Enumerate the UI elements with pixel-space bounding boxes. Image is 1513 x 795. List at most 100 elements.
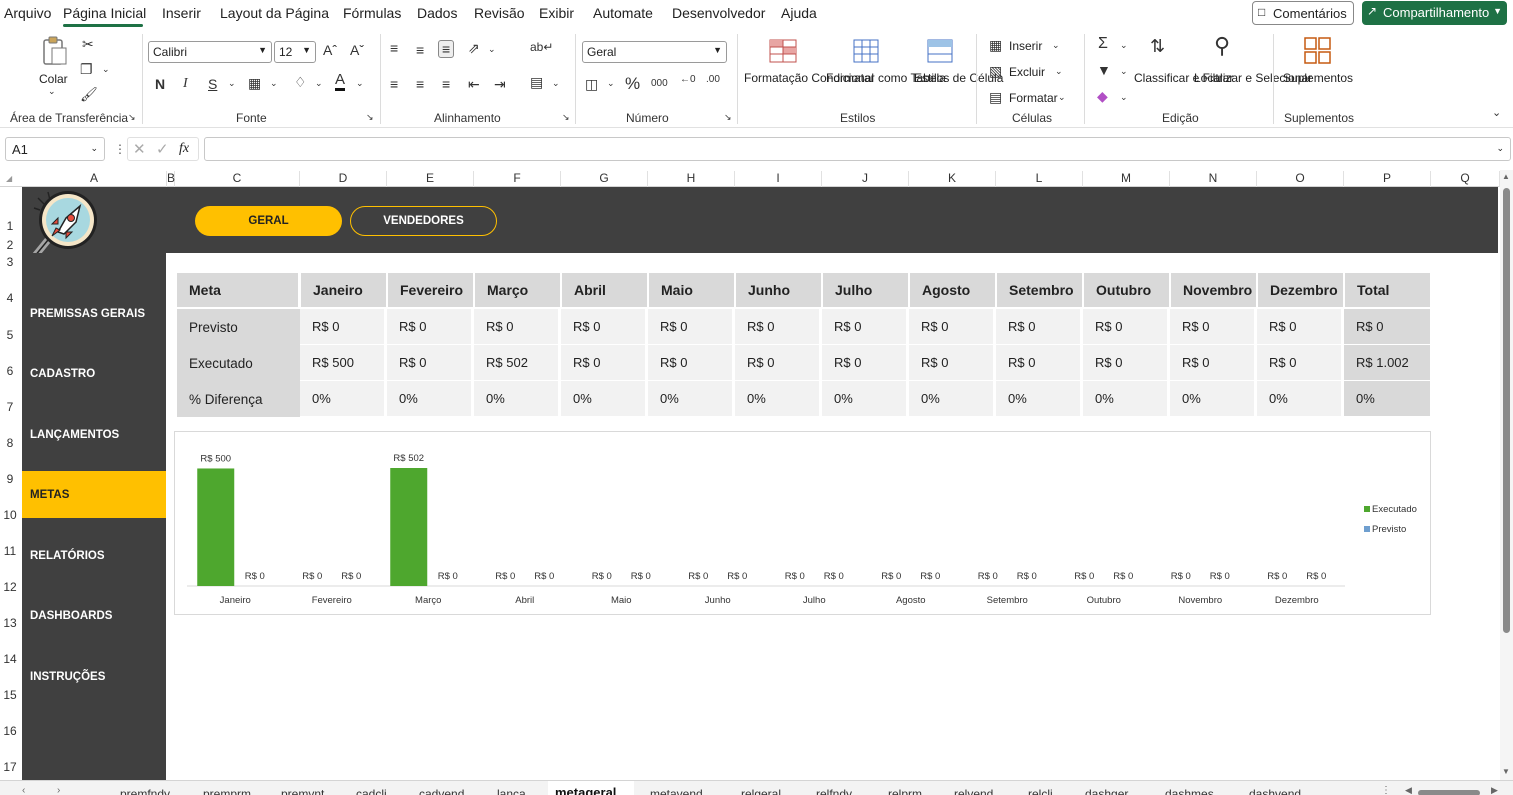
table-cell[interactable]: R$ 0: [1170, 345, 1255, 381]
addins-label[interactable]: Suplementos: [1283, 70, 1353, 86]
sheet-tab-premprm[interactable]: premprm: [203, 787, 251, 795]
chevron-down-icon[interactable]: ⌄: [1120, 40, 1128, 51]
select-all-corner[interactable]: ◢: [6, 174, 12, 183]
merge-center-icon[interactable]: ▤: [530, 74, 543, 91]
paste-label[interactable]: Colar: [39, 71, 68, 87]
chevron-down-icon[interactable]: ⌄: [1120, 92, 1128, 103]
find-select-label[interactable]: Localizar e Selecionar: [1194, 70, 1312, 86]
table-cell[interactable]: R$ 0: [909, 345, 994, 381]
sheet-tab-metageral[interactable]: metageral: [555, 785, 616, 795]
sheet-tab-dashvend[interactable]: dashvend: [1249, 787, 1301, 795]
decrease-font-icon[interactable]: Aˇ: [350, 42, 364, 58]
chevron-down-icon[interactable]: ⌄: [488, 44, 496, 55]
chevron-down-icon[interactable]: ⌄: [1058, 92, 1066, 103]
font-name-select[interactable]: Calibri ▼: [148, 41, 272, 63]
table-cell[interactable]: R$ 0: [1257, 345, 1342, 381]
menu-pagina-inicial[interactable]: Página Inicial: [63, 5, 146, 21]
table-cell[interactable]: 0%: [474, 381, 559, 417]
tab-next-icon[interactable]: ›: [57, 785, 60, 795]
chevron-down-icon[interactable]: ⌄: [1055, 66, 1063, 77]
sidebar-item-instrucoes[interactable]: INSTRUÇÕES: [22, 653, 166, 700]
sidebar-item-lancamentos[interactable]: LANÇAMENTOS: [22, 411, 166, 458]
menu-layout[interactable]: Layout da Página: [220, 5, 329, 21]
column-header[interactable]: M: [1083, 171, 1170, 187]
table-cell[interactable]: R$ 502: [474, 345, 559, 381]
sheet-tab-dashger[interactable]: dashger: [1085, 787, 1128, 795]
menu-revisao[interactable]: Revisão: [474, 5, 525, 21]
comments-button[interactable]: □ Comentários: [1252, 1, 1354, 25]
sidebar-item-relatorios[interactable]: RELATÓRIOS: [22, 532, 166, 579]
sheet-tab-lanca[interactable]: lanca: [497, 787, 526, 795]
row-header[interactable]: 8: [0, 436, 20, 450]
currency-icon[interactable]: ◫: [585, 76, 598, 93]
column-header[interactable]: A: [22, 171, 167, 187]
insert-cells-icon[interactable]: ▦: [989, 37, 1002, 54]
row-header[interactable]: 6: [0, 364, 20, 378]
row-header[interactable]: 2: [0, 238, 20, 252]
table-total-cell[interactable]: R$ 1.002: [1344, 345, 1431, 381]
tab-more-icon[interactable]: ⋮: [1381, 785, 1391, 795]
sheet-tab-relprm[interactable]: relprm: [888, 787, 922, 795]
column-header[interactable]: I: [735, 171, 822, 187]
sheet-tab-metavend[interactable]: metavend: [650, 787, 703, 795]
format-cells-icon[interactable]: ▤: [989, 89, 1002, 106]
number-format-select[interactable]: Geral ▼: [582, 41, 727, 63]
column-header[interactable]: K: [909, 171, 996, 187]
row-header[interactable]: 4: [0, 291, 20, 305]
increase-indent-icon[interactable]: ⇥: [494, 76, 506, 93]
chevron-down-icon[interactable]: ⌄: [356, 78, 364, 89]
column-header[interactable]: O: [1257, 171, 1344, 187]
decrease-decimal-icon[interactable]: .00: [706, 74, 720, 85]
table-cell[interactable]: R$ 0: [996, 309, 1081, 345]
cell-styles-icon[interactable]: [926, 38, 956, 66]
format-cells-label[interactable]: Formatar: [1009, 90, 1058, 106]
sidebar-item-premissas-gerais[interactable]: PREMISSAS GERAIS: [22, 290, 166, 337]
row-header[interactable]: 15: [0, 688, 20, 702]
delete-cells-label[interactable]: Excluir: [1009, 64, 1045, 80]
column-header[interactable]: J: [822, 171, 909, 187]
chevron-down-icon[interactable]: ⌄: [1120, 66, 1128, 77]
italic-button[interactable]: I: [183, 76, 188, 92]
delete-cells-icon[interactable]: ▧: [989, 63, 1002, 80]
underline-button[interactable]: S: [208, 76, 217, 92]
table-cell[interactable]: R$ 0: [822, 345, 907, 381]
table-cell[interactable]: 0%: [735, 381, 820, 417]
sheet-tab-relfndy[interactable]: relfndy: [816, 787, 852, 795]
borders-icon[interactable]: ▦: [248, 75, 261, 92]
decrease-indent-icon[interactable]: ⇤: [468, 76, 480, 93]
table-cell[interactable]: R$ 0: [909, 309, 994, 345]
geral-button[interactable]: GERAL: [195, 206, 342, 236]
table-cell[interactable]: 0%: [1257, 381, 1342, 417]
chevron-down-icon[interactable]: ⌄: [315, 78, 323, 89]
row-header[interactable]: 13: [0, 616, 20, 630]
column-header[interactable]: P: [1344, 171, 1431, 187]
menu-inserir[interactable]: Inserir: [162, 5, 201, 21]
copy-icon[interactable]: ❐: [80, 61, 93, 78]
menu-ajuda[interactable]: Ajuda: [781, 5, 817, 21]
row-header[interactable]: 10: [0, 508, 20, 522]
table-cell[interactable]: R$ 0: [648, 345, 733, 381]
autosum-icon[interactable]: Σ: [1098, 35, 1108, 53]
row-header[interactable]: 9: [0, 472, 20, 486]
table-cell[interactable]: R$ 0: [300, 309, 385, 345]
row-header[interactable]: 16: [0, 724, 20, 738]
table-cell[interactable]: R$ 0: [1083, 345, 1168, 381]
table-cell[interactable]: 0%: [1170, 381, 1255, 417]
percent-icon[interactable]: %: [625, 74, 640, 94]
sheet-tab-relvend[interactable]: relvend: [954, 787, 993, 795]
vertical-scrollbar[interactable]: ▲ ▼: [1500, 170, 1513, 780]
fill-icon[interactable]: ▼: [1097, 62, 1111, 78]
row-header[interactable]: 7: [0, 400, 20, 414]
row-header[interactable]: 1: [0, 219, 20, 233]
table-cell[interactable]: R$ 500: [300, 345, 385, 381]
dialog-launcher-icon[interactable]: ↘: [724, 112, 732, 123]
menu-exibir[interactable]: Exibir: [539, 5, 574, 21]
row-header[interactable]: 12: [0, 580, 20, 594]
table-cell[interactable]: R$ 0: [1257, 309, 1342, 345]
chevron-down-icon[interactable]: ⌄: [607, 78, 615, 89]
sort-filter-label[interactable]: Classificar e Filtrar: [1134, 70, 1233, 86]
column-header[interactable]: L: [996, 171, 1083, 187]
sheet-tab-relcli[interactable]: relcli: [1028, 787, 1053, 795]
sidebar-item-cadastro[interactable]: CADASTRO: [22, 350, 166, 397]
cancel-icon[interactable]: ✕: [133, 140, 146, 158]
